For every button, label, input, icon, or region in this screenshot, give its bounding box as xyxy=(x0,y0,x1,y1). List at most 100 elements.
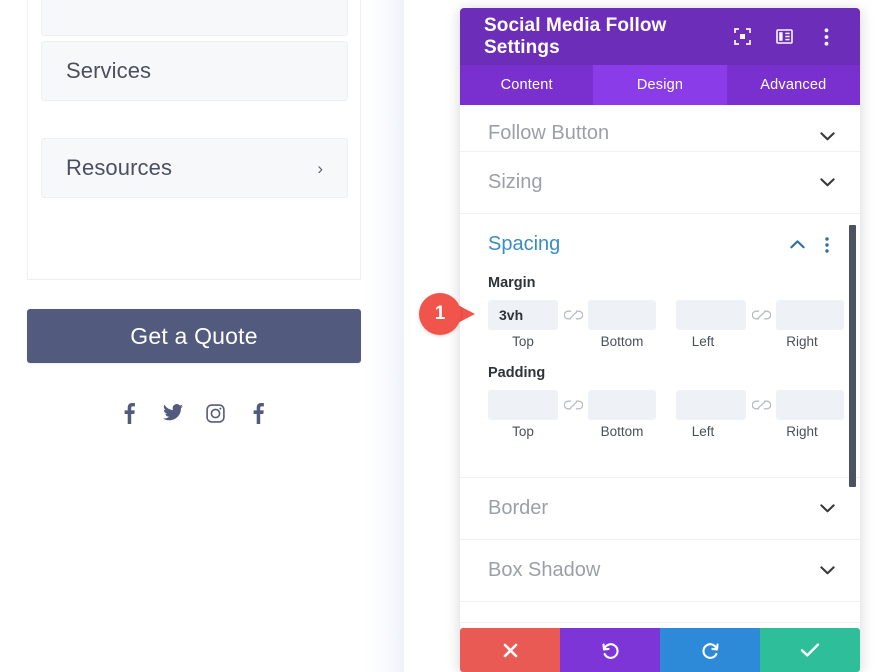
redo-button[interactable] xyxy=(660,628,760,672)
padding-left-caption: Left xyxy=(691,424,715,439)
section-controls xyxy=(818,500,836,518)
chevron-right-icon: › xyxy=(317,158,323,178)
margin-group-label: Margin xyxy=(488,275,536,291)
section-next-partial[interactable] xyxy=(460,602,860,623)
broken-link-icon[interactable] xyxy=(746,309,776,321)
section-title: Spacing xyxy=(488,233,561,255)
margin-top-input[interactable]: 3vh xyxy=(488,300,558,330)
caption-divider-spacer xyxy=(656,424,668,439)
chevron-down-icon[interactable] xyxy=(818,562,836,580)
padding-left-input[interactable] xyxy=(676,390,746,420)
layout-columns-icon[interactable] xyxy=(774,27,794,47)
broken-link-icon[interactable] xyxy=(558,309,588,321)
undo-button[interactable] xyxy=(560,628,660,672)
save-button[interactable] xyxy=(760,628,860,672)
padding-bottom-input[interactable] xyxy=(588,390,656,420)
facebook-icon[interactable] xyxy=(247,400,271,426)
padding-top-bottom-pair xyxy=(488,390,656,420)
tab-design[interactable]: Design xyxy=(593,65,727,105)
section-header[interactable]: Box Shadow xyxy=(460,540,860,601)
padding-top-input[interactable] xyxy=(488,390,558,420)
section-more-vertical-icon[interactable] xyxy=(818,236,836,254)
section-title: Box Shadow xyxy=(488,559,601,581)
get-a-quote-button[interactable]: Get a Quote xyxy=(27,309,361,363)
section-spacing[interactable]: Spacing Margin 3vh Top Bottom Left Right… xyxy=(460,214,860,478)
section-border[interactable]: Border xyxy=(460,478,860,540)
margin-left-caption: Left xyxy=(691,334,715,349)
settings-scrollbar-thumb[interactable] xyxy=(849,225,856,487)
margin-left-input[interactable] xyxy=(676,300,746,330)
padding-caption-pair: Left Right xyxy=(668,424,836,439)
section-box-shadow[interactable]: Box Shadow xyxy=(460,540,860,602)
menu-item-label: Resources xyxy=(66,155,173,180)
settings-scrollbar-track[interactable] xyxy=(849,105,858,628)
broken-link-icon[interactable] xyxy=(558,399,588,411)
margin-caption-row: Top Bottom Left Right xyxy=(488,334,836,349)
footer-menu-card: Services Resources › xyxy=(27,0,361,280)
section-controls xyxy=(818,562,836,580)
cancel-button[interactable] xyxy=(460,628,560,672)
margin-right-input[interactable] xyxy=(776,300,844,330)
menu-item-services[interactable]: Services xyxy=(41,41,348,101)
caption-divider-spacer xyxy=(656,334,668,349)
padding-field-row xyxy=(488,390,844,420)
menu-item-label: Services xyxy=(66,58,152,83)
twitter-icon[interactable] xyxy=(161,400,185,426)
section-header[interactable] xyxy=(460,602,860,622)
padding-caption-row: Top Bottom Left Right xyxy=(488,424,836,439)
section-title: Follow Button xyxy=(488,122,610,144)
margin-top-bottom-pair: 3vh xyxy=(488,300,656,330)
section-header[interactable]: Sizing xyxy=(460,152,860,213)
section-title: Border xyxy=(488,497,549,519)
modal-footer xyxy=(460,628,860,672)
website-preview: Services Resources › Get a Quote xyxy=(0,0,404,672)
margin-right-caption: Right xyxy=(786,334,818,349)
section-controls xyxy=(788,236,836,254)
social-follow-row xyxy=(27,400,361,426)
broken-link-icon[interactable] xyxy=(746,399,776,411)
padding-right-input[interactable] xyxy=(776,390,844,420)
margin-bottom-caption: Bottom xyxy=(600,334,644,349)
chevron-up-icon[interactable] xyxy=(788,236,806,254)
menu-item-partial[interactable] xyxy=(41,0,348,36)
chevron-down-icon[interactable] xyxy=(818,500,836,518)
annotation-marker-1: 1 xyxy=(419,293,475,335)
chevron-down-icon[interactable] xyxy=(818,127,836,145)
get-a-quote-label: Get a Quote xyxy=(130,322,258,349)
section-controls xyxy=(818,174,836,192)
section-header[interactable]: Border xyxy=(460,478,860,539)
module-settings-modal: Social Media Follow Settings Content Des… xyxy=(460,8,860,672)
padding-caption-pair: Top Bottom xyxy=(488,424,656,439)
settings-scroll-area[interactable]: Follow Button Sizing Spacing Margin 3vh … xyxy=(460,105,860,628)
padding-top-caption: Top xyxy=(512,424,534,439)
section-follow-button[interactable]: Follow Button xyxy=(460,105,860,152)
marker-number: 1 xyxy=(419,293,461,335)
section-title: Sizing xyxy=(488,171,543,193)
padding-group-label: Padding xyxy=(488,365,546,381)
section-sizing[interactable]: Sizing xyxy=(460,152,860,214)
margin-caption-pair: Left Right xyxy=(668,334,836,349)
chevron-down-icon[interactable] xyxy=(818,174,836,192)
section-controls xyxy=(818,127,836,145)
margin-top-caption: Top xyxy=(512,334,534,349)
focus-target-icon[interactable] xyxy=(732,27,752,47)
menu-item-resources[interactable]: Resources › xyxy=(41,138,348,198)
modal-title: Social Media Follow Settings xyxy=(484,14,667,58)
more-vertical-icon[interactable] xyxy=(816,27,836,47)
tab-advanced[interactable]: Advanced xyxy=(727,65,860,105)
margin-bottom-input[interactable] xyxy=(588,300,656,330)
modal-body: Follow Button Sizing Spacing Margin 3vh … xyxy=(460,105,860,628)
margin-field-row: 3vh xyxy=(488,300,844,330)
tab-content[interactable]: Content xyxy=(460,65,593,105)
facebook-icon[interactable] xyxy=(118,400,142,426)
section-header[interactable]: Spacing xyxy=(460,214,860,275)
instagram-icon[interactable] xyxy=(204,400,228,426)
padding-right-caption: Right xyxy=(786,424,818,439)
padding-left-right-pair xyxy=(676,390,844,420)
padding-bottom-caption: Bottom xyxy=(600,424,644,439)
section-header[interactable]: Follow Button xyxy=(460,105,860,151)
modal-header: Social Media Follow Settings xyxy=(460,8,860,65)
